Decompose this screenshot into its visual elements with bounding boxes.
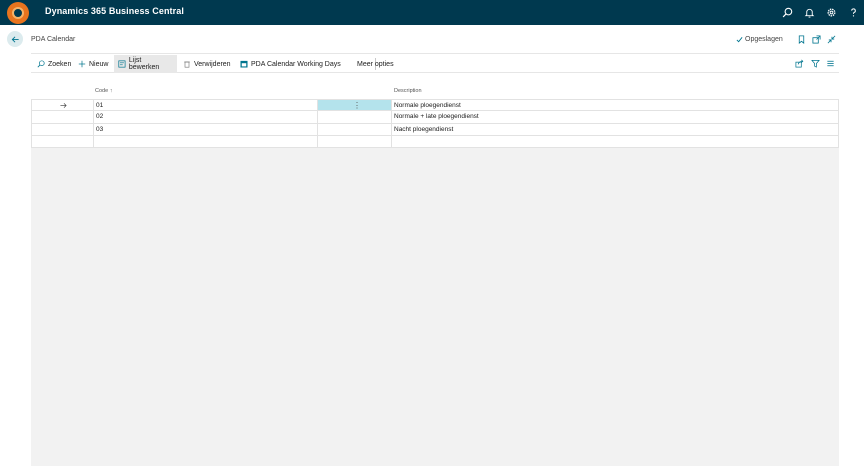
more-actions-icon[interactable]: ⋮ <box>353 100 361 111</box>
share-icon[interactable] <box>794 58 805 69</box>
edit-list-icon <box>118 60 126 68</box>
open-new-window-icon[interactable] <box>811 34 822 45</box>
list-empty-area <box>31 148 839 466</box>
gear-icon[interactable] <box>820 0 842 25</box>
code-cell[interactable]: 02 <box>93 111 317 123</box>
sort-ascending-icon: ↑ <box>109 88 113 94</box>
action-bar: Zoeken Nieuw Lijst bewerken Verwijderen … <box>31 53 839 73</box>
table-row[interactable]: 02 Normale + late ploegendienst <box>31 111 839 124</box>
description-cell[interactable]: Normale ploegendienst <box>391 100 839 111</box>
description-cell[interactable]: Normale + late ploegendienst <box>391 111 839 123</box>
row-selector[interactable] <box>31 123 93 135</box>
delete-button-label: Verwijderen <box>194 60 231 68</box>
search-icon[interactable] <box>776 0 798 25</box>
saved-label: Opgeslagen <box>745 36 783 43</box>
column-header-code[interactable]: Code ↑ <box>95 88 112 94</box>
app-title: Dynamics 365 Business Central <box>45 6 184 16</box>
app-bar: Dynamics 365 Business Central <box>0 0 864 25</box>
row-selector[interactable] <box>31 135 93 148</box>
list-view-icon[interactable] <box>825 58 836 69</box>
edit-list-button[interactable]: Lijst bewerken <box>114 55 177 73</box>
search-button[interactable]: Zoeken <box>33 55 75 73</box>
description-cell[interactable]: Nacht ploegendienst <box>391 123 839 135</box>
more-options-label: Meer opties <box>357 60 394 68</box>
table-row[interactable]: 01 ⋮ Normale ploegendienst <box>31 99 839 112</box>
row-actions-cell[interactable] <box>317 135 391 148</box>
column-header-description[interactable]: Description <box>394 88 422 94</box>
arrow-left-icon <box>11 35 19 43</box>
description-cell[interactable] <box>391 135 839 148</box>
search-icon <box>37 60 45 68</box>
bookmark-icon[interactable] <box>796 34 807 45</box>
table-row-new[interactable] <box>31 135 839 149</box>
page-title: PDA Calendar <box>31 36 76 43</box>
row-actions-cell[interactable] <box>317 123 391 135</box>
column-header-description-label: Description <box>394 88 422 94</box>
collapse-icon[interactable] <box>826 34 837 45</box>
app-logo[interactable] <box>7 2 29 24</box>
list-grid: 01 ⋮ Normale ploegendienst 02 Normale + … <box>31 99 839 149</box>
more-options-button[interactable]: Meer opties <box>353 55 398 73</box>
code-cell[interactable]: 03 <box>93 123 317 135</box>
row-selector[interactable] <box>31 100 93 111</box>
help-icon[interactable] <box>842 0 864 25</box>
back-button[interactable] <box>7 31 23 47</box>
new-button[interactable]: Nieuw <box>74 55 112 73</box>
filter-icon[interactable] <box>810 58 821 69</box>
row-actions-cell[interactable]: ⋮ <box>317 100 391 111</box>
edit-list-button-label: Lijst bewerken <box>128 57 160 71</box>
code-cell[interactable]: 01 <box>93 100 317 111</box>
working-days-button[interactable]: PDA Calendar Working Days <box>236 55 345 73</box>
column-header-code-label: Code <box>95 88 109 94</box>
trash-icon <box>184 61 190 68</box>
new-button-label: Nieuw <box>89 60 109 68</box>
working-days-button-label: PDA Calendar Working Days <box>251 60 341 68</box>
calendar-icon <box>240 60 248 68</box>
row-selector[interactable] <box>31 111 93 123</box>
plus-icon <box>78 60 86 68</box>
bell-icon[interactable] <box>798 0 820 25</box>
arrow-right-icon <box>60 103 67 108</box>
table-row[interactable]: 03 Nacht ploegendienst <box>31 123 839 136</box>
delete-button[interactable]: Verwijderen <box>179 55 235 73</box>
saved-status: Opgeslagen <box>736 36 783 43</box>
code-cell[interactable] <box>93 135 317 148</box>
checkmark-icon <box>736 37 743 43</box>
row-actions-cell[interactable] <box>317 111 391 123</box>
search-button-label: Zoeken <box>48 60 72 68</box>
